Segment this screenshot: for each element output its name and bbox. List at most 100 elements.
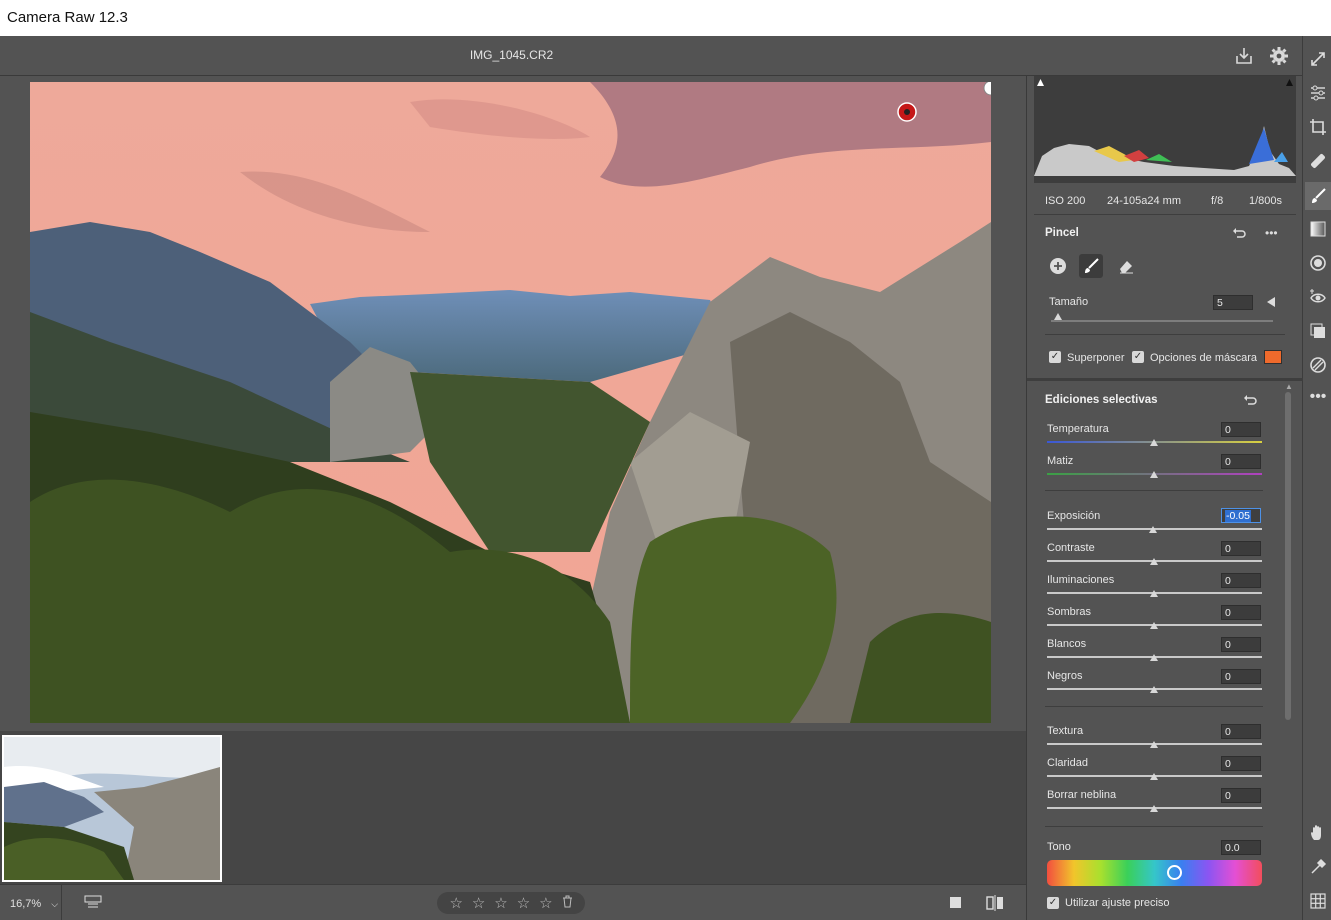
overlay-label: Superponer bbox=[1067, 352, 1125, 364]
highlights-slider-knob[interactable] bbox=[1150, 590, 1158, 597]
clarity-slider-knob[interactable] bbox=[1150, 773, 1158, 780]
whites-input[interactable]: 0 bbox=[1221, 637, 1261, 652]
divider bbox=[1034, 214, 1296, 215]
blacks-label: Negros bbox=[1047, 670, 1083, 682]
star-icon[interactable]: ☆ bbox=[539, 894, 552, 912]
paint-brush-icon[interactable] bbox=[1079, 254, 1103, 278]
eyedropper-icon[interactable] bbox=[1307, 856, 1329, 878]
texture-label: Textura bbox=[1047, 725, 1084, 737]
size-slider[interactable] bbox=[1051, 320, 1273, 322]
shutter-value: 1/800s bbox=[1249, 195, 1283, 207]
aperture-value: f/8 bbox=[1211, 195, 1224, 207]
clarity-input[interactable]: 0 bbox=[1221, 756, 1261, 771]
whites-label: Blancos bbox=[1047, 638, 1087, 650]
divider bbox=[1045, 706, 1263, 707]
exposure-slider-knob[interactable] bbox=[1149, 526, 1157, 533]
dehaze-input[interactable]: 0 bbox=[1221, 788, 1261, 803]
star-icon[interactable]: ☆ bbox=[517, 894, 530, 912]
view-mode-icon[interactable] bbox=[948, 895, 964, 916]
shadows-label: Sombras bbox=[1047, 606, 1092, 618]
gear-icon[interactable] bbox=[1268, 45, 1290, 67]
tint-input[interactable]: 0 bbox=[1221, 454, 1261, 469]
texture-slider-knob[interactable] bbox=[1150, 741, 1158, 748]
file-header: IMG_1045.CR2 bbox=[0, 36, 1302, 76]
mask-color-swatch[interactable] bbox=[1264, 350, 1282, 364]
radial-icon[interactable] bbox=[1307, 252, 1329, 274]
mask-options-label: Opciones de máscara bbox=[1150, 352, 1257, 364]
hue-input[interactable]: 0.0 bbox=[1221, 840, 1261, 855]
tint-label: Matiz bbox=[1047, 455, 1074, 467]
trash-icon[interactable] bbox=[562, 895, 573, 912]
mask-options-checkbox[interactable]: ✓ bbox=[1132, 351, 1144, 363]
whites-slider-knob[interactable] bbox=[1150, 654, 1158, 661]
iso-value: ISO 200 bbox=[1045, 195, 1086, 207]
crop-icon[interactable] bbox=[1307, 116, 1329, 138]
exposure-input[interactable]: -0.05 bbox=[1221, 508, 1261, 523]
contrast-slider-knob[interactable] bbox=[1150, 558, 1158, 565]
star-icon[interactable]: ☆ bbox=[472, 894, 485, 912]
add-brush-icon[interactable] bbox=[1049, 257, 1067, 280]
star-icon[interactable]: ☆ bbox=[494, 894, 507, 912]
more-options-icon[interactable]: ••• bbox=[1265, 226, 1278, 240]
redeye-icon[interactable] bbox=[1307, 286, 1329, 308]
panel-scrollbar[interactable] bbox=[1285, 392, 1291, 720]
save-icon[interactable] bbox=[1233, 45, 1255, 67]
star-icon[interactable]: ☆ bbox=[449, 894, 462, 912]
clarity-label: Claridad bbox=[1047, 757, 1088, 769]
selective-edits-title: Ediciones selectivas bbox=[1045, 394, 1158, 406]
brush-section-title: Pincel bbox=[1045, 227, 1079, 239]
size-input[interactable]: 5 bbox=[1213, 295, 1253, 310]
main-photo[interactable] bbox=[30, 82, 991, 723]
brush-icon[interactable] bbox=[1305, 182, 1331, 210]
fine-adjust-checkbox[interactable]: ✓ bbox=[1047, 897, 1059, 909]
before-after-icon[interactable] bbox=[986, 895, 1004, 916]
dehaze-slider-knob[interactable] bbox=[1150, 805, 1158, 812]
shadows-input[interactable]: 0 bbox=[1221, 605, 1261, 620]
hue-slider-knob[interactable] bbox=[1167, 865, 1182, 880]
app-title: Camera Raw 12.3 bbox=[7, 9, 128, 26]
grid-icon[interactable] bbox=[1307, 890, 1329, 912]
highlights-label: Iluminaciones bbox=[1047, 574, 1115, 586]
filmstrip-thumbnail[interactable] bbox=[2, 735, 222, 882]
collapse-arrow-icon[interactable] bbox=[1267, 297, 1275, 307]
temperature-input[interactable]: 0 bbox=[1221, 422, 1261, 437]
heal-icon[interactable] bbox=[1307, 150, 1329, 172]
texture-input[interactable]: 0 bbox=[1221, 724, 1261, 739]
fine-adjust-label: Utilizar ajuste preciso bbox=[1065, 897, 1170, 909]
eraser-icon[interactable] bbox=[1117, 257, 1135, 280]
divider bbox=[1045, 826, 1263, 827]
size-slider-knob[interactable] bbox=[1054, 313, 1062, 320]
gradient-icon[interactable] bbox=[1307, 218, 1329, 240]
reset-icon[interactable] bbox=[1232, 226, 1246, 244]
blacks-slider-knob[interactable] bbox=[1150, 686, 1158, 693]
scroll-up-icon[interactable]: ▲ bbox=[1285, 382, 1293, 391]
adjustment-panel: ISO 200 24-105a24 mm f/8 1/800s Pincel •… bbox=[1026, 76, 1303, 920]
bottom-bar: 16,7% ⌵ ☆ ☆ ☆ ☆ ☆ bbox=[0, 884, 1026, 920]
lens-value: 24-105a24 mm bbox=[1107, 195, 1181, 207]
histogram bbox=[1034, 76, 1296, 183]
overlay-checkbox[interactable]: ✓ bbox=[1049, 351, 1061, 363]
hand-icon[interactable] bbox=[1307, 822, 1329, 844]
shadows-slider-knob[interactable] bbox=[1150, 622, 1158, 629]
zoom-select[interactable]: 16,7% ⌵ bbox=[0, 885, 62, 920]
presets-icon[interactable] bbox=[1307, 354, 1329, 376]
window-titlebar: Camera Raw 12.3 bbox=[0, 0, 1331, 36]
image-canvas[interactable] bbox=[0, 76, 1026, 731]
chevron-down-icon: ⌵ bbox=[51, 899, 59, 909]
star-rating[interactable]: ☆ ☆ ☆ ☆ ☆ bbox=[437, 892, 585, 914]
hue-slider[interactable] bbox=[1047, 860, 1262, 886]
tint-slider-knob[interactable] bbox=[1150, 471, 1158, 478]
filename-label: IMG_1045.CR2 bbox=[469, 48, 554, 62]
edit-icon[interactable] bbox=[1307, 82, 1329, 104]
temperature-slider-knob[interactable] bbox=[1150, 439, 1158, 446]
blacks-input[interactable]: 0 bbox=[1221, 669, 1261, 684]
filmstrip-options-icon[interactable] bbox=[84, 895, 104, 914]
snapshot-icon[interactable] bbox=[1307, 320, 1329, 342]
fullscreen-icon[interactable] bbox=[1307, 48, 1329, 70]
more-icon[interactable]: ••• bbox=[1307, 386, 1329, 408]
highlights-input[interactable]: 0 bbox=[1221, 573, 1261, 588]
tool-strip: ••• bbox=[1302, 36, 1331, 920]
reset-icon[interactable] bbox=[1243, 393, 1257, 411]
contrast-input[interactable]: 0 bbox=[1221, 541, 1261, 556]
exif-info: ISO 200 24-105a24 mm f/8 1/800s bbox=[1027, 188, 1303, 214]
